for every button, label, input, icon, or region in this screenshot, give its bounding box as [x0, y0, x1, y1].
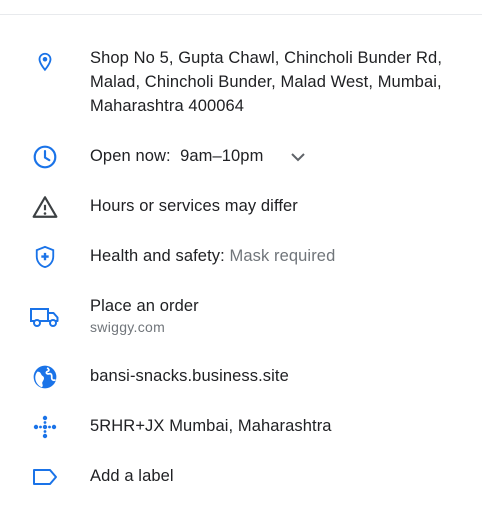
hours-row[interactable]: Open now: 9am–10pm — [0, 143, 482, 171]
address-row[interactable]: Shop No 5, Gupta Chawl, Chincholi Bunder… — [0, 46, 482, 122]
notice-row: Hours or services may differ — [0, 193, 482, 221]
warning-icon — [30, 192, 60, 222]
plus-code-icon — [30, 412, 60, 442]
address-line-3: Maharashtra 400064 — [90, 97, 245, 115]
hours-value: 9am–10pm — [180, 147, 264, 165]
plus-code-row[interactable]: 5RHR+JX Mumbai, Maharashtra — [0, 413, 482, 441]
location-pin-icon — [30, 47, 60, 77]
add-label-row[interactable]: Add a label — [0, 463, 482, 491]
address-line-1: Shop No 5, Gupta Chawl, Chincholi Bunder… — [90, 49, 443, 67]
add-label-button[interactable]: Add a label — [90, 464, 472, 488]
plus-code-text: 5RHR+JX Mumbai, Maharashtra — [90, 417, 332, 435]
top-divider — [0, 14, 482, 15]
order-provider: swiggy.com — [90, 319, 166, 335]
health-text: Health and safety: Mask required — [90, 244, 472, 268]
hours-label: Open now: — [90, 147, 171, 165]
order-label[interactable]: Place an order — [90, 294, 472, 318]
order-row[interactable]: Place an order swiggy.com — [0, 293, 482, 339]
address-text: Shop No 5, Gupta Chawl, Chincholi Bunder… — [90, 46, 472, 118]
notice-text: Hours or services may differ — [90, 197, 298, 215]
health-shield-icon — [30, 242, 60, 272]
label-tag-icon — [30, 462, 60, 492]
website-row[interactable]: bansi-snacks.business.site — [0, 363, 482, 391]
health-row[interactable]: Health and safety: Mask required — [0, 243, 482, 271]
hours-text: Open now: 9am–10pm — [90, 144, 472, 169]
health-label: Health and safety: — [90, 247, 225, 265]
health-value: Mask required — [229, 247, 336, 265]
globe-icon — [30, 362, 60, 392]
delivery-truck-icon — [30, 302, 60, 332]
address-line-2: Malad, Chincholi Bunder, Malad West, Mum… — [90, 73, 442, 91]
clock-icon — [30, 142, 60, 172]
chevron-down-icon[interactable] — [290, 145, 306, 169]
website-link[interactable]: bansi-snacks.business.site — [90, 364, 472, 388]
order-text: Place an order swiggy.com — [90, 294, 472, 336]
